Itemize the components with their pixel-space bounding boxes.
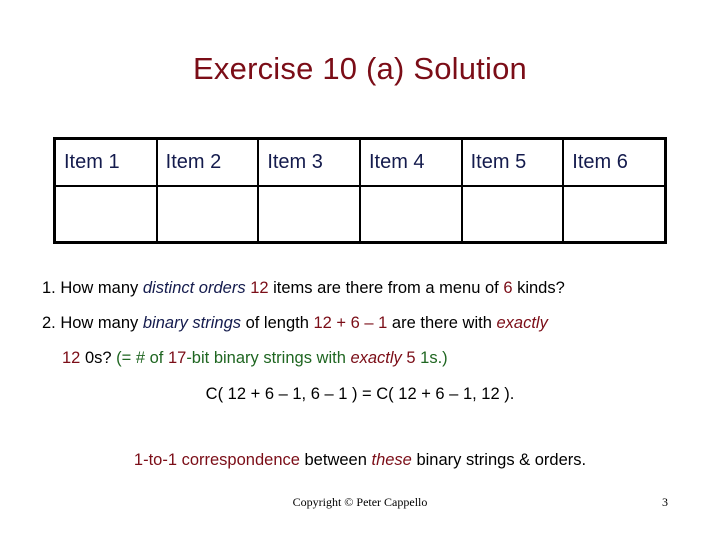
q2-emph-exactly: exactly: [496, 314, 548, 332]
q3-emph-exactly: exactly: [350, 349, 402, 367]
table-cell-empty-3: [257, 185, 361, 243]
question-line-3: 12 0s? (= # of 17-bit binary strings wit…: [62, 348, 448, 368]
q2-text-c: are there with: [387, 314, 497, 332]
conclusion-emph-correspondence: 1-to-1 correspondence: [133, 451, 300, 469]
q3-text-zeros: 0s?: [80, 349, 112, 367]
table-cell-empty-1: [54, 185, 158, 243]
q2-text-b: of length: [241, 314, 314, 332]
conclusion-text-a: between: [299, 451, 372, 469]
q1-number-6: 6: [503, 279, 513, 297]
q1-number-12: 12: [250, 279, 269, 297]
q1-text-c: kinds?: [512, 279, 565, 297]
table-row-empty: [54, 185, 666, 243]
conclusion-text-b: binary strings & orders.: [411, 451, 587, 469]
table-row-header: Item 1 Item 2 Item 3 Item 4 Item 5 Item …: [54, 138, 666, 187]
q1-text-b: items are there from a menu of: [268, 279, 504, 297]
table-cell-item-4: Item 4: [358, 138, 463, 187]
q3-number-17: 17: [167, 349, 187, 367]
table-cell-empty-5: [460, 185, 565, 243]
q3-number-12: 12: [62, 349, 81, 367]
question-line-1: 1. How many distinct orders 12 items are…: [42, 278, 565, 298]
q3-number-5: 5: [401, 349, 416, 367]
q1-emph-distinct-orders: distinct orders: [142, 279, 246, 297]
footer-copyright: Copyright © Peter Cappello: [292, 495, 428, 509]
table-cell-item-1: Item 1: [54, 138, 158, 187]
conclusion-line: 1-to-1 correspondence between these bina…: [0, 450, 720, 470]
conclusion-emph-these: these: [371, 451, 412, 469]
formula-line: C( 12 + 6 – 1, 6 – 1 ) = C( 12 + 6 – 1, …: [0, 384, 720, 404]
q3-note-text: -bit binary strings with: [186, 349, 351, 367]
q1-text-a: 1. How many: [42, 279, 143, 297]
table-cell-item-5: Item 5: [460, 138, 565, 187]
table-cell-item-2: Item 2: [155, 138, 260, 187]
q3-note-open: (= # of: [111, 349, 168, 367]
question-line-2: 2. How many binary strings of length 12 …: [42, 313, 548, 333]
table-cell-item-6: Item 6: [562, 138, 666, 187]
table-cell-empty-4: [358, 185, 463, 243]
formula-expression: C( 12 + 6 – 1, 6 – 1 ) = C( 12 + 6 – 1, …: [205, 385, 515, 403]
footer-page-number: 3: [662, 495, 668, 509]
item-table: Item 1 Item 2 Item 3 Item 4 Item 5 Item …: [53, 137, 667, 244]
q3-note-close: 1s.): [415, 349, 448, 367]
q2-text-a: 2. How many: [42, 314, 143, 332]
q2-emph-binary-strings: binary strings: [142, 314, 241, 332]
table-cell-item-3: Item 3: [257, 138, 361, 187]
table-cell-empty-6: [562, 185, 666, 243]
table-cell-empty-2: [155, 185, 260, 243]
page-title: Exercise 10 (a) Solution: [193, 51, 527, 86]
q2-expression: 12 + 6 – 1: [313, 314, 388, 332]
